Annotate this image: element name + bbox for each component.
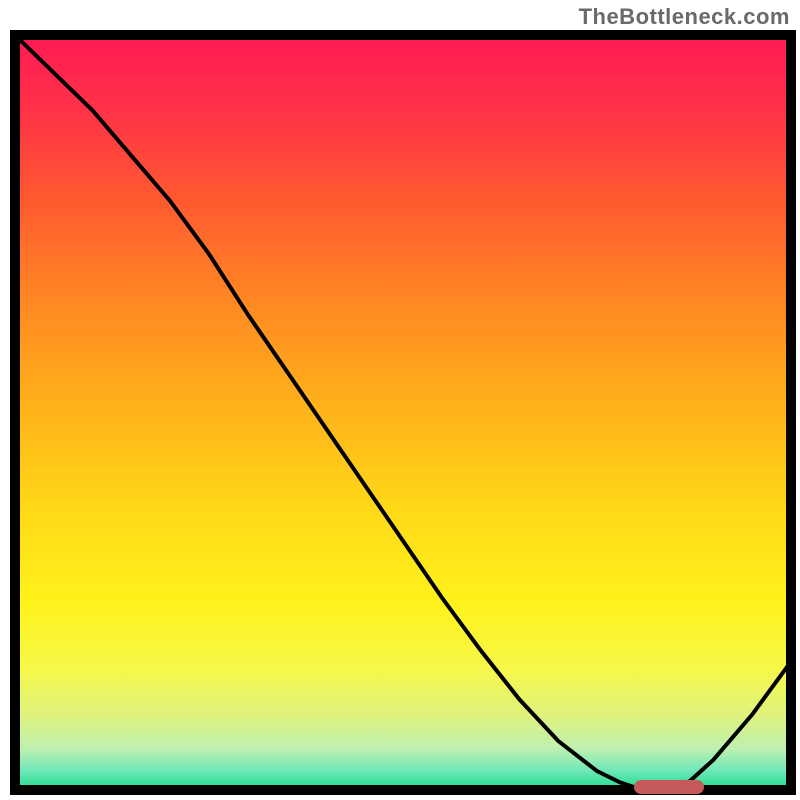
plot-background	[15, 35, 791, 790]
optimal-marker	[634, 780, 704, 794]
chart-svg	[0, 0, 800, 800]
chart-container: TheBottleneck.com	[0, 0, 800, 800]
watermark-text: TheBottleneck.com	[579, 4, 790, 30]
